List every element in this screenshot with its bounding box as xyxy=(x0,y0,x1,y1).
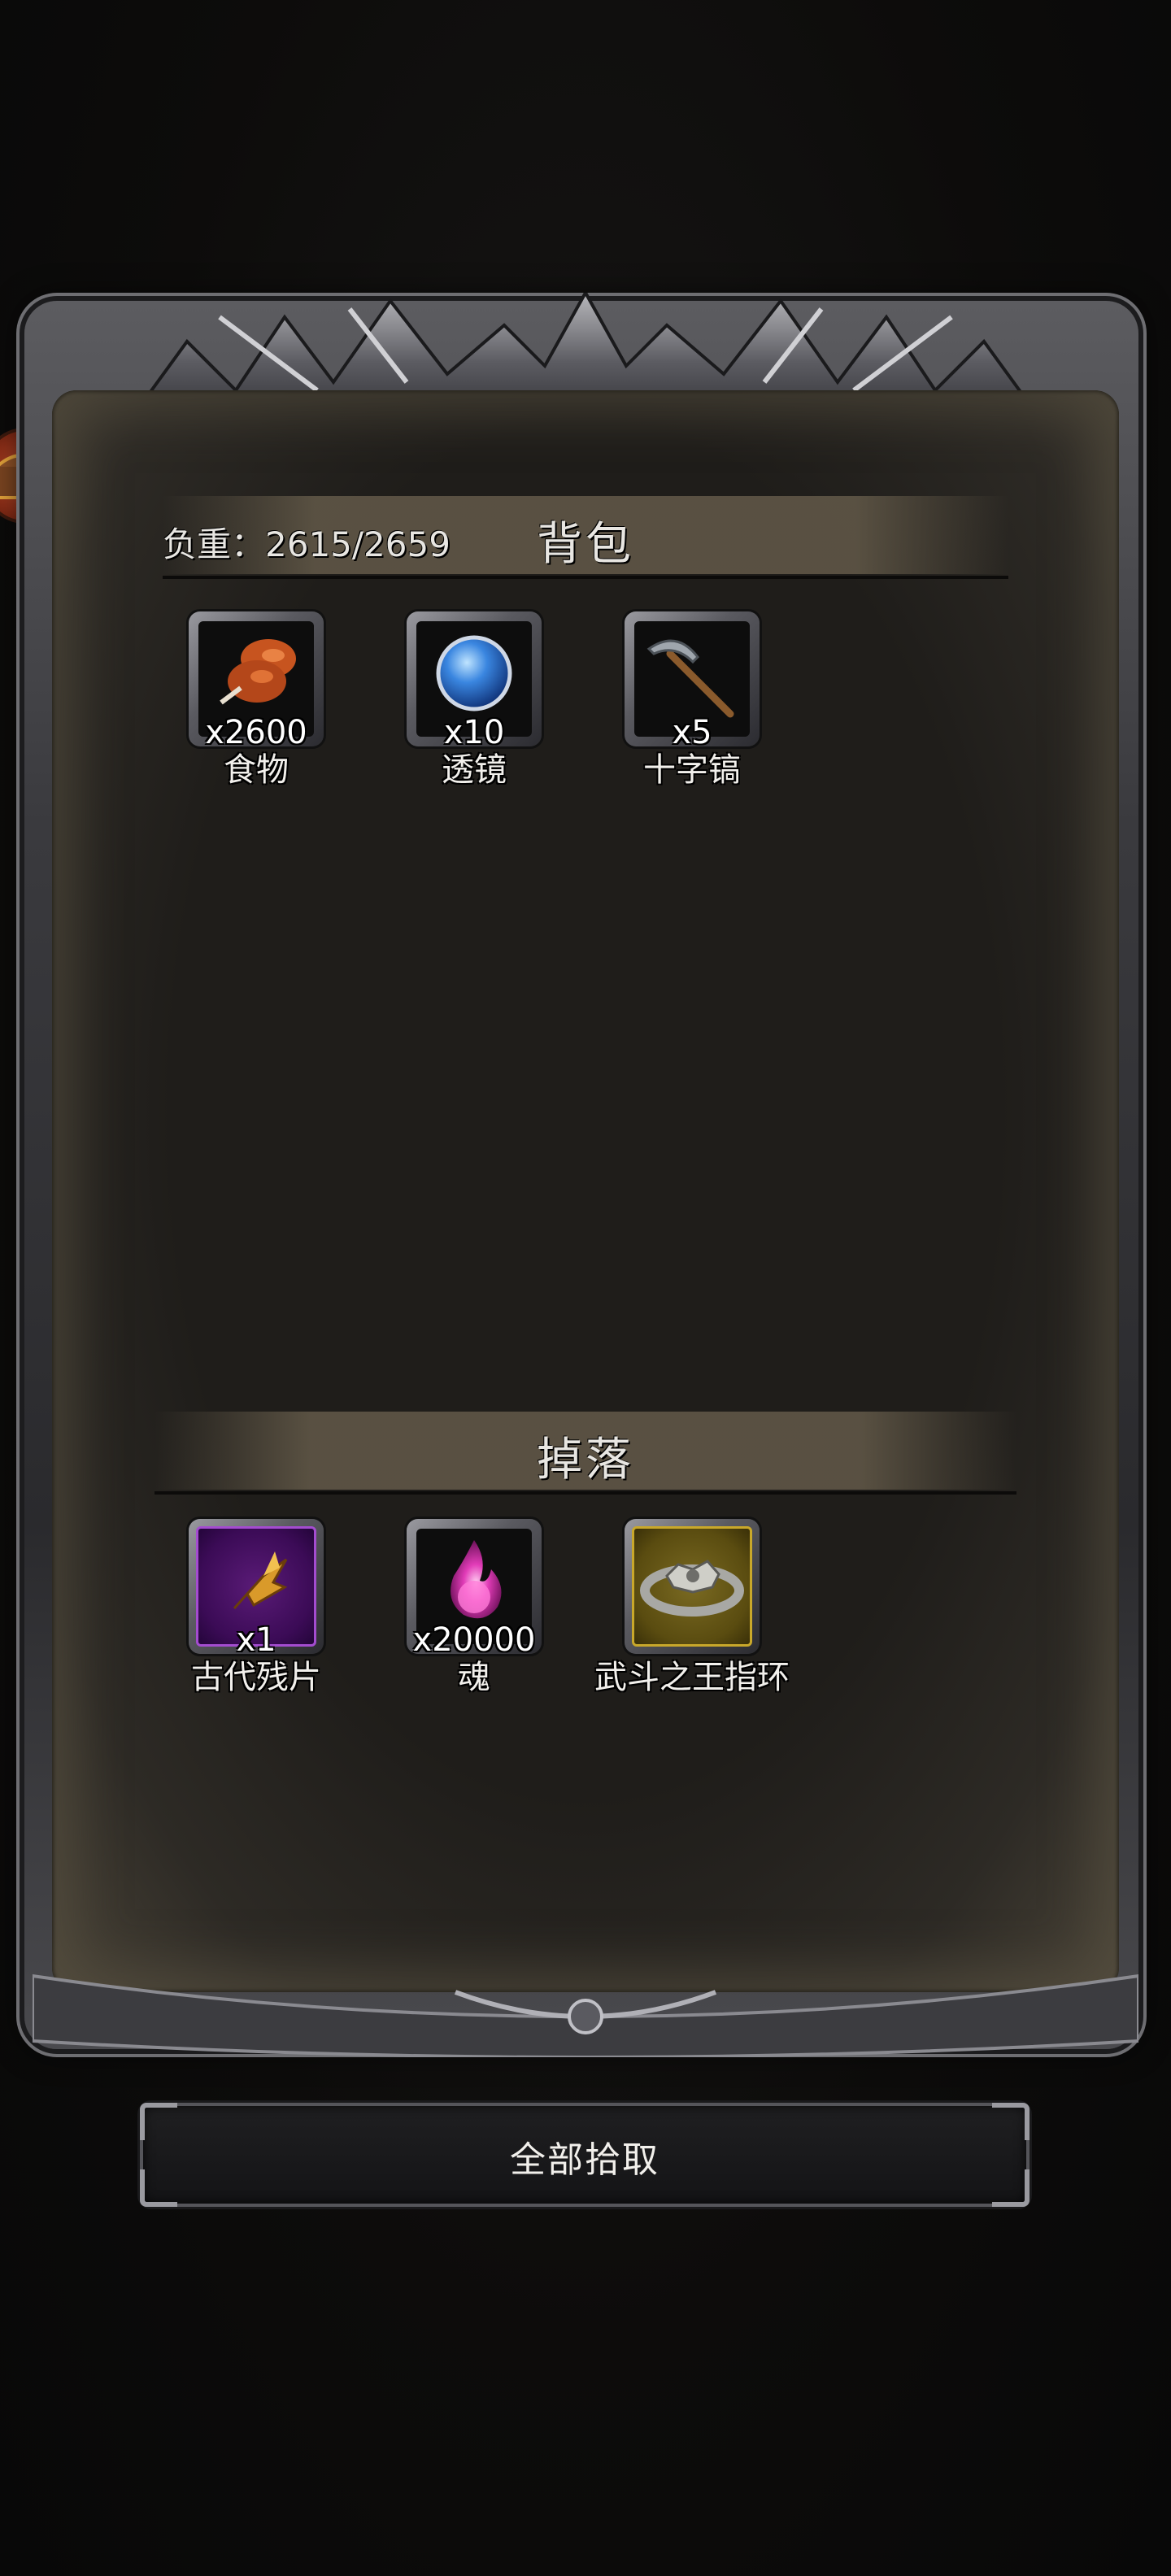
item-name: 武斗之王指环 xyxy=(594,1659,790,1696)
item-name: 魂 xyxy=(458,1659,490,1696)
drop-slot-soul[interactable]: x20000 魂 xyxy=(407,1519,542,1701)
header-divider xyxy=(155,1491,1016,1495)
pickup-all-label: 全部拾取 xyxy=(510,2139,660,2181)
drops-header: 掉落 xyxy=(155,1412,1016,1495)
item-count: x5 xyxy=(672,714,712,751)
ring-icon xyxy=(640,1560,744,1617)
drops-title: 掉落 xyxy=(537,1434,634,1486)
drop-slot-ring[interactable]: 武斗之王指环 xyxy=(594,1519,790,1701)
drop-slot-ancient-shard[interactable]: x1 古代残片 xyxy=(189,1519,324,1701)
panel-bottom-ornament xyxy=(33,1973,1138,2057)
pickup-all-button[interactable]: 全部拾取 xyxy=(140,2103,1030,2207)
backpack-header: 负重：2615/2659 背包 xyxy=(163,496,1008,579)
inventory-slot-pickaxe[interactable]: x5 十字镐 xyxy=(625,611,760,794)
item-count: x2600 xyxy=(205,714,307,751)
inventory-slot-lens[interactable]: x10 透镜 xyxy=(407,611,542,794)
header-divider xyxy=(163,576,1008,579)
item-count: x10 xyxy=(443,714,505,751)
item-name: 十字镐 xyxy=(643,751,741,789)
item-count: x1 xyxy=(236,1621,276,1659)
item-name: 食物 xyxy=(224,751,289,789)
item-name: 古代残片 xyxy=(191,1659,321,1696)
inventory-slot-food[interactable]: x2600 食物 xyxy=(189,611,324,794)
item-name: 透镜 xyxy=(442,751,507,789)
backpack-title: 背包 xyxy=(537,518,634,571)
item-count: x20000 xyxy=(412,1621,536,1659)
